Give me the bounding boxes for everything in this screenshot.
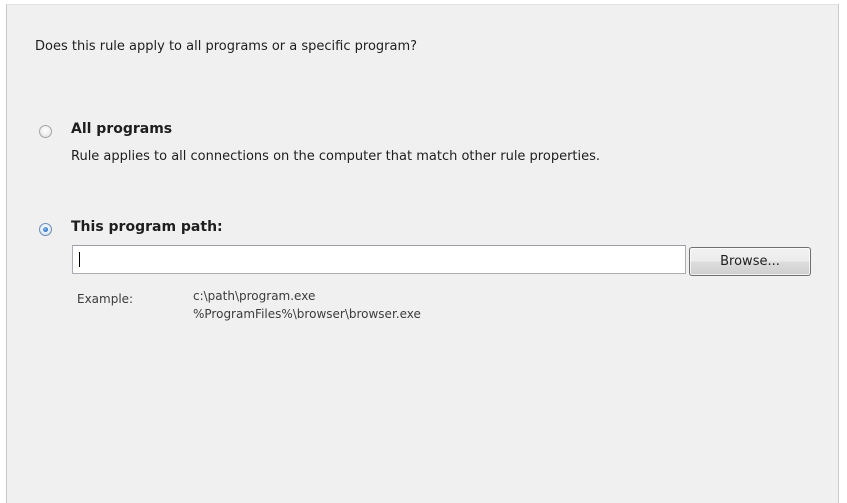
text-cursor [79, 252, 80, 267]
browse-button[interactable]: Browse... [689, 247, 811, 276]
radio-selected-dot [43, 227, 48, 232]
this-program-path-label[interactable]: This program path: [71, 219, 223, 235]
all-programs-label[interactable]: All programs [71, 121, 172, 137]
example-path-1: c:\path\program.exe [193, 289, 316, 303]
example-path-2: %ProgramFiles%\browser\browser.exe [193, 307, 421, 321]
all-programs-description: Rule applies to all connections on the c… [71, 149, 601, 164]
this-program-path-radio[interactable] [39, 223, 52, 236]
all-programs-radio[interactable] [39, 125, 52, 138]
example-label: Example: [77, 292, 134, 306]
program-path-input[interactable] [72, 245, 686, 274]
program-rule-panel: Does this rule apply to all programs or … [6, 4, 839, 503]
question-text: Does this rule apply to all programs or … [35, 39, 418, 54]
